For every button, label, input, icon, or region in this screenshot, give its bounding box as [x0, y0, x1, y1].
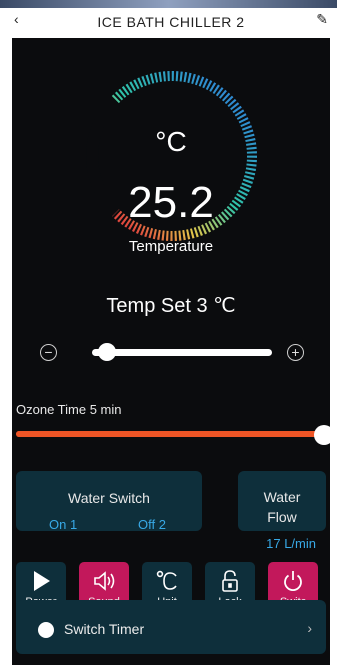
ozone-time-slider[interactable] — [16, 431, 321, 437]
switch-timer-row[interactable]: Switch Timer › — [16, 600, 326, 654]
temperature-label: Temperature — [128, 238, 214, 255]
water-switch-on[interactable]: On 1 — [49, 517, 77, 532]
timer-icon — [38, 622, 54, 638]
water-flow-value: 17 L/min — [266, 536, 316, 551]
increase-temp-button[interactable]: + — [287, 344, 304, 361]
chevron-right-icon: › — [307, 620, 312, 636]
celsius-icon — [142, 568, 192, 594]
play-icon — [16, 568, 66, 594]
page-title: ICE BATH CHILLER 2 — [97, 14, 245, 30]
current-temperature: 25.2 — [128, 178, 214, 227]
ozone-time-label: Ozone Time 5 min — [16, 402, 122, 417]
right-edge — [330, 8, 337, 671]
water-switch-title: Water Switch — [68, 490, 150, 506]
switch-timer-label: Switch Timer — [64, 621, 145, 637]
water-flow-title: Water Flow — [263, 489, 301, 525]
temp-set-slider-thumb[interactable] — [98, 343, 116, 361]
temp-set-slider[interactable] — [92, 349, 272, 356]
temp-set-label: Temp Set 3 ℃ — [106, 295, 236, 317]
speaker-icon — [79, 568, 129, 594]
control-panel: °C 25.2 Temperature Temp Set 3 ℃ − + Ozo… — [12, 38, 334, 665]
gauge-unit: °C — [155, 126, 187, 157]
title-bar: ‹ ICE BATH CHILLER 2 ✎ — [12, 8, 330, 38]
water-switch-off[interactable]: Off 2 — [138, 517, 166, 532]
water-flow-card[interactable]: Water Flow — [238, 471, 326, 531]
decrease-temp-button[interactable]: − — [40, 344, 57, 361]
water-switch-card[interactable]: Water Switch On 1 Off 2 — [16, 471, 202, 532]
lock-icon — [205, 568, 255, 594]
ozone-time-fill — [16, 431, 321, 437]
edit-icon[interactable]: ✎ — [316, 11, 328, 28]
top-edge-strip — [0, 0, 337, 8]
power-icon — [268, 568, 318, 594]
